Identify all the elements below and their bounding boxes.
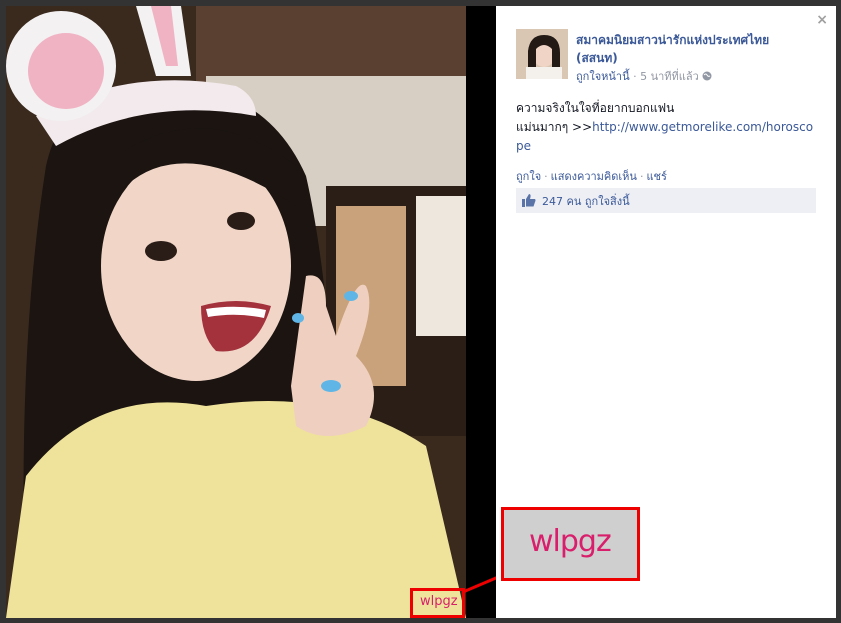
- post-text-prefix: แม่นมากๆ >>: [516, 120, 593, 134]
- post-text-line1: ความจริงในใจที่อยากบอกแฟน: [516, 101, 675, 115]
- post-message: ความจริงในใจที่อยากบอกแฟน แม่นมากๆ >>htt…: [516, 99, 816, 156]
- share-action[interactable]: แชร์: [646, 170, 666, 183]
- action-separator: ·: [639, 170, 644, 183]
- post-text-line2: แม่นมากๆ >>http://www.getmorelike.com/ho…: [516, 118, 816, 156]
- like-page-link[interactable]: ถูกใจหน้านี้: [576, 70, 630, 83]
- watermark-text-zoomed: wlpgz: [529, 524, 612, 559]
- post-timestamp[interactable]: 5 นาทีที่แล้ว: [640, 70, 699, 83]
- post-actions: ถูกใจ · แสดงความคิดเห็น · แชร์: [516, 167, 667, 185]
- action-separator: ·: [544, 170, 548, 183]
- post-meta: ถูกใจหน้านี้ · 5 นาทีที่แล้ว: [576, 67, 712, 85]
- watermark-highlight-small: wlpgz: [410, 588, 465, 618]
- globe-icon: [702, 71, 712, 81]
- comment-action[interactable]: แสดงความคิดเห็น: [551, 170, 637, 183]
- watermark-text-small: wlpgz: [420, 594, 458, 609]
- photo-illustration: [6, 6, 466, 618]
- like-action[interactable]: ถูกใจ: [516, 170, 541, 183]
- page-avatar[interactable]: [516, 29, 568, 79]
- photo-stage-margin: [466, 6, 496, 618]
- watermark-zoom-callout: wlpgz: [501, 507, 640, 581]
- avatar-image: [516, 29, 568, 79]
- likes-summary: 247 คน ถูกใจสิ่งนี้: [516, 188, 816, 213]
- meta-separator: ·: [633, 70, 637, 83]
- page-name-link[interactable]: สมาคมนิยมสาวน่ารักแห่งประเทศไทย (สสนท): [576, 31, 806, 67]
- thumbs-up-icon: [522, 194, 536, 207]
- likes-text: ถูกใจสิ่งนี้: [584, 194, 630, 208]
- close-icon[interactable]: ×: [816, 12, 828, 28]
- photo[interactable]: [6, 6, 466, 618]
- likes-count-link[interactable]: 247 คน: [542, 192, 581, 210]
